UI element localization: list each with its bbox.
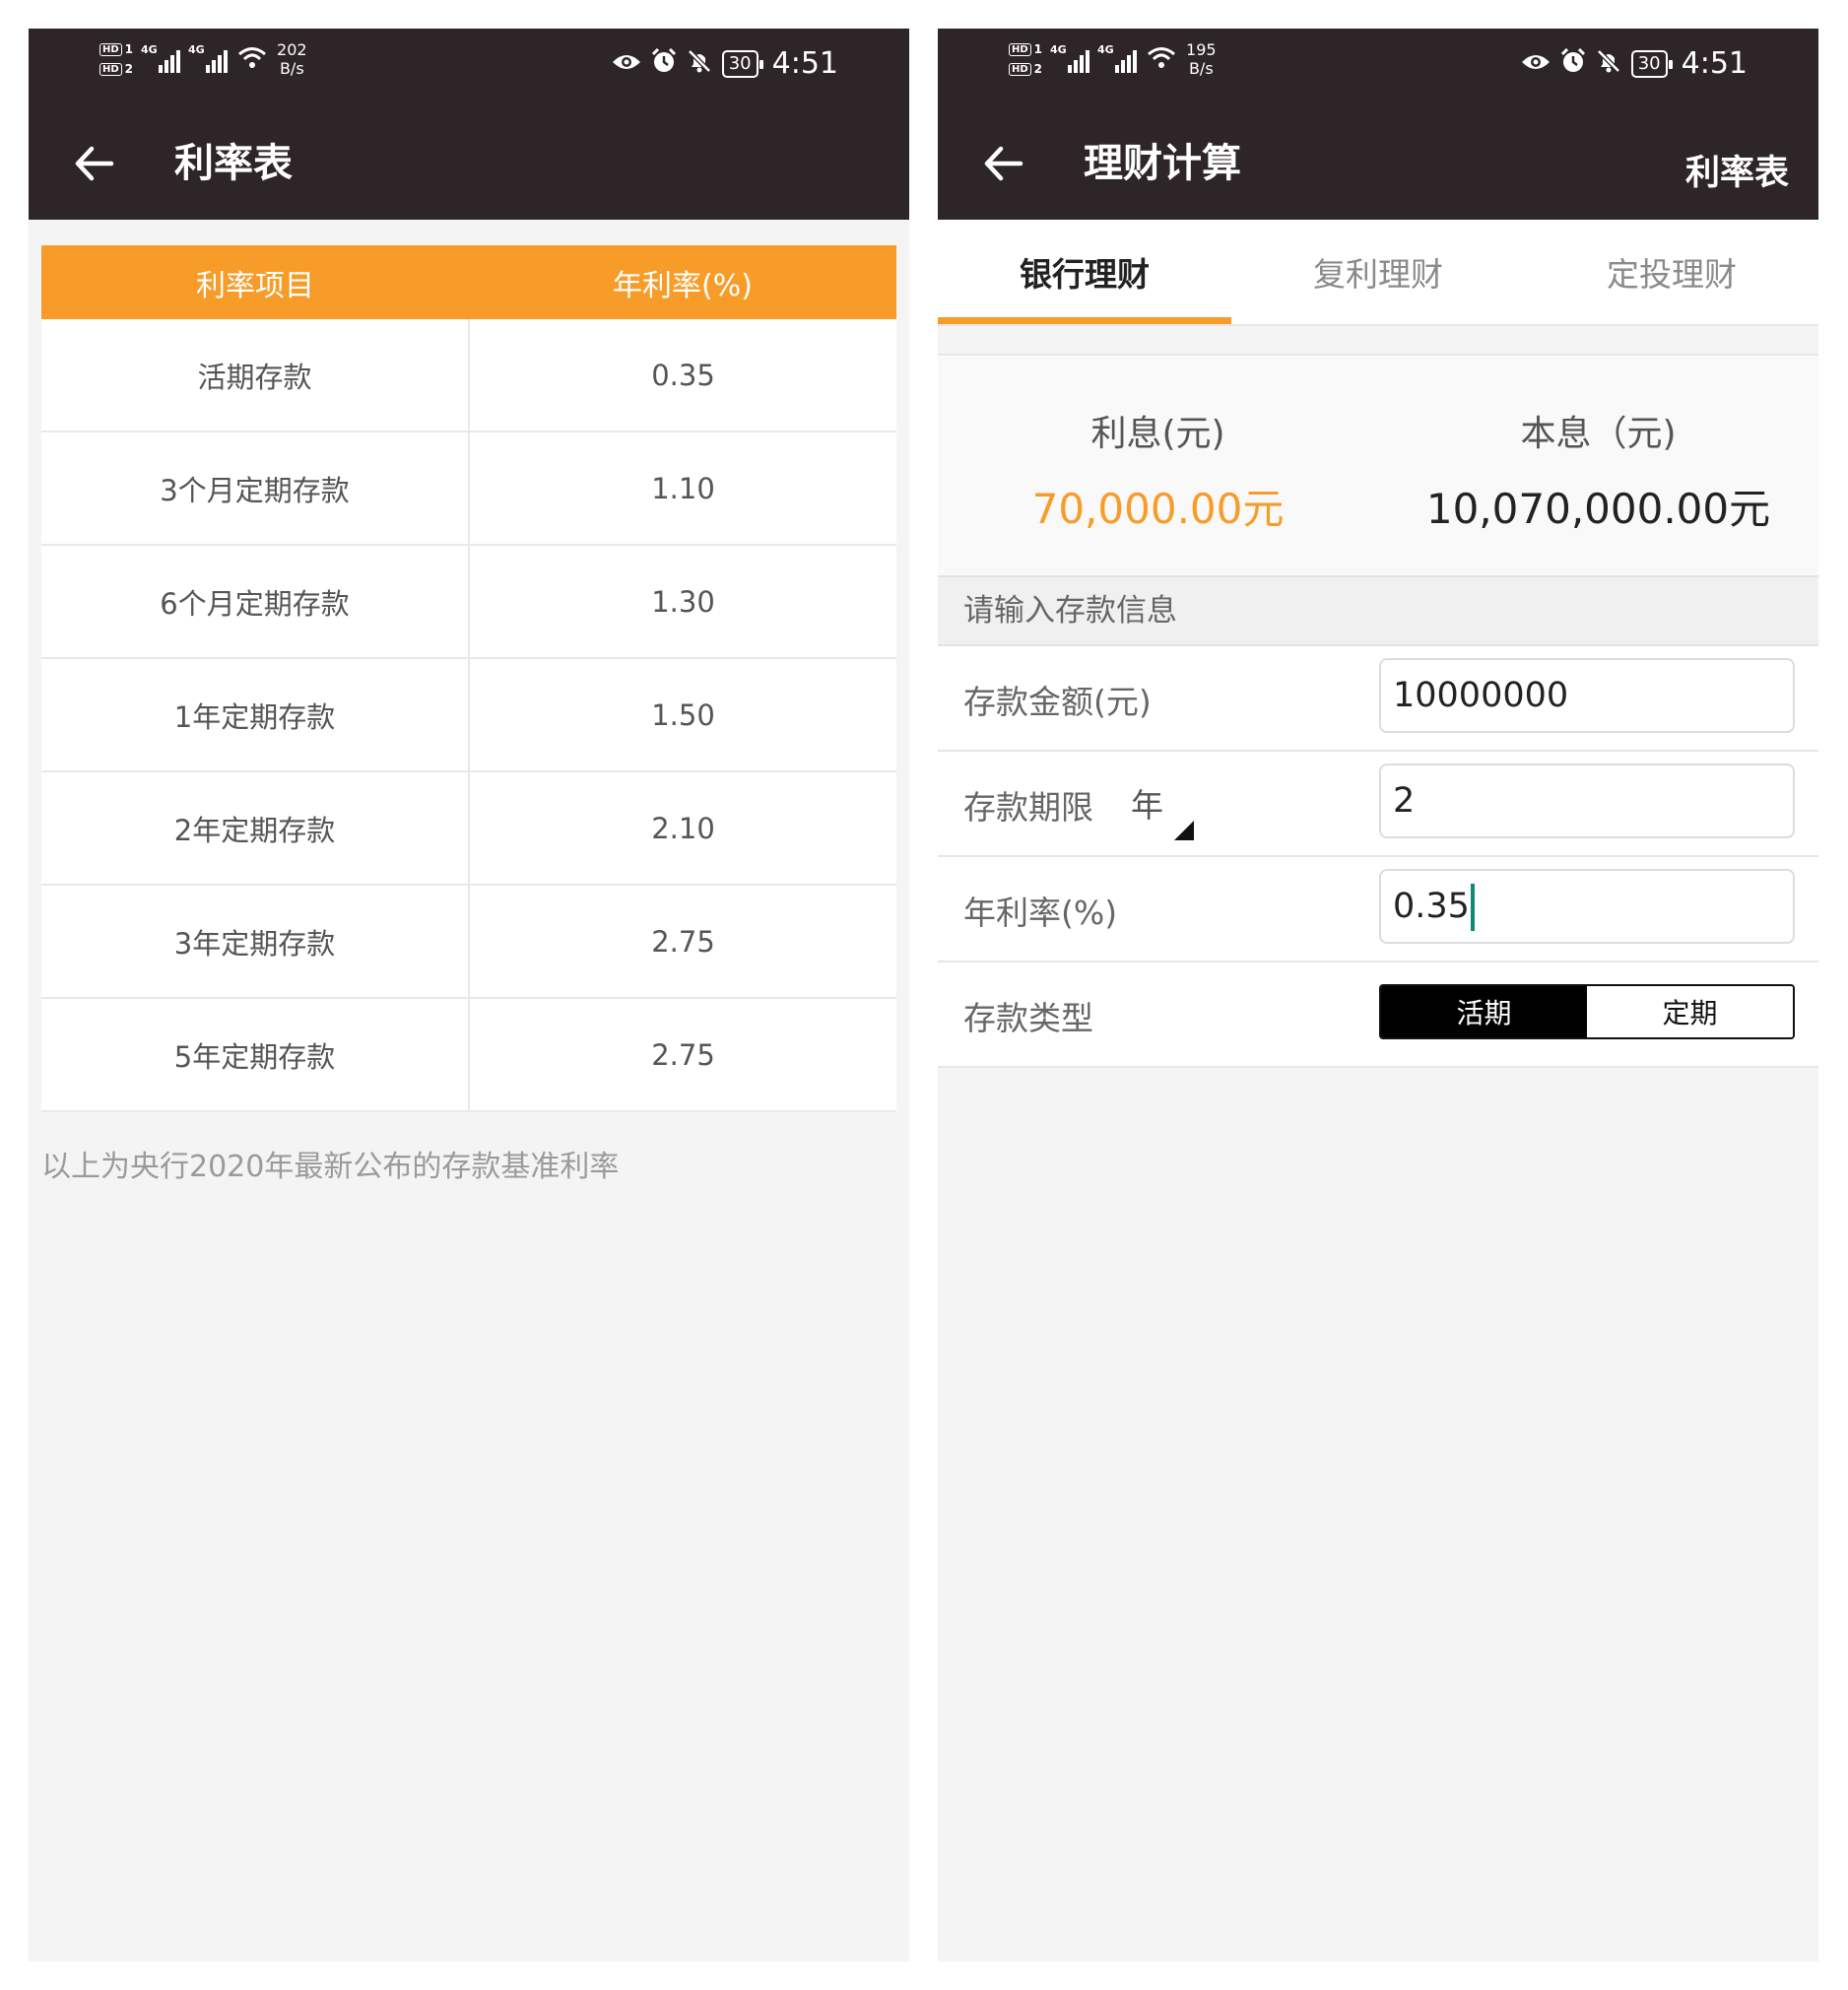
column-header-item: 利率项目: [196, 268, 314, 303]
rate-value: 1.30: [651, 584, 715, 619]
rate-value: 0.35: [651, 358, 715, 392]
sim-number: 2: [1033, 62, 1043, 76]
type-label: 存款类型: [963, 999, 1093, 1037]
results-panel: 利息(元) 70,000.00元 本息（元) 10,070,000.00元: [938, 354, 1818, 575]
tab-compound-interest[interactable]: 复利理财: [1231, 220, 1525, 324]
network-speed: 202 B/s: [277, 40, 307, 78]
rate-item: 活期存款: [41, 319, 470, 431]
signal-icon: 4G: [1050, 43, 1090, 73]
deposit-type-toggle: 活期 定期: [1379, 984, 1795, 1039]
table-header: 利率项目 年利率(%): [41, 245, 896, 319]
hd-badge: HD: [1009, 62, 1031, 76]
deposit-form: 存款金额(元) 10000000 存款期限 年 2 年利率(%) 0.35 存款…: [938, 646, 1818, 1068]
battery-icon: 30: [1630, 49, 1673, 78]
alarm-icon: [1560, 47, 1586, 80]
tab-bar: 银行理财 复利理财 定投理财: [938, 220, 1818, 326]
total-label: 本息（元): [1520, 414, 1677, 454]
hd-badge: HD: [1009, 42, 1031, 56]
mute-bell-icon: [687, 48, 712, 80]
eye-icon: [1521, 50, 1551, 78]
battery-icon: 30: [721, 49, 763, 78]
eye-icon: [612, 50, 641, 78]
sim-number: 2: [124, 62, 134, 76]
total-result: 本息（元) 10,070,000.00元: [1378, 356, 1818, 575]
amount-input[interactable]: 10000000: [1379, 658, 1795, 733]
table-row: 活期存款 0.35: [41, 319, 896, 432]
mute-bell-icon: [1596, 48, 1621, 80]
rate-item: 3年定期存款: [41, 886, 470, 997]
rate-input-value: 0.35: [1393, 887, 1470, 926]
table-row: 3个月定期存款 1.10: [41, 432, 896, 546]
dropdown-triangle-icon[interactable]: [1174, 821, 1194, 840]
amount-row: 存款金额(元) 10000000: [938, 646, 1818, 752]
section-title: 请输入存款信息: [938, 575, 1818, 646]
rate-value: 1.10: [651, 471, 715, 505]
signal-icon: 4G: [1097, 43, 1138, 73]
term-label: 存款期限: [963, 788, 1093, 827]
interest-value: 70,000.00元: [1031, 485, 1285, 533]
rate-item: 3个月定期存款: [41, 432, 470, 544]
signal-icon: 4G: [141, 43, 181, 73]
total-value: 10,070,000.00元: [1425, 485, 1771, 533]
rate-value: 2.75: [651, 1037, 715, 1072]
sim-number: 1: [1033, 42, 1043, 56]
text-caret: [1470, 884, 1475, 931]
rate-table-screen: HD 1 HD 2 4G 4G 202 B/s 30 4:51 利率表 利率项目 年利…: [29, 29, 909, 1961]
rate-value: 2.10: [651, 811, 715, 845]
clock: 4:51: [771, 46, 838, 81]
tab-bank-finance[interactable]: 银行理财: [938, 220, 1231, 324]
alarm-icon: [651, 47, 677, 80]
table-row: 3年定期存款 2.75: [41, 886, 896, 999]
hd-badge: HD: [99, 62, 122, 76]
term-row: 存款期限 年 2: [938, 752, 1818, 857]
rate-item: 5年定期存款: [41, 999, 470, 1110]
hd-badge: HD: [99, 42, 122, 56]
rate-value: 2.75: [651, 924, 715, 959]
app-bar: 利率表: [29, 107, 909, 220]
footnote: 以上为央行2020年最新公布的存款基准利率: [41, 1150, 620, 1184]
network-speed: 195 B/s: [1186, 40, 1217, 78]
finance-calculator-screen: HD 1 HD 2 4G 4G 195 B/s 30 4:51 理财计算 利率表 银行…: [938, 29, 1818, 1961]
type-row: 存款类型 活期 定期: [938, 962, 1818, 1068]
wifi-icon: [237, 45, 267, 74]
type-fixed-option[interactable]: 定期: [1587, 986, 1793, 1037]
sim-number: 1: [124, 42, 134, 56]
rate-row: 年利率(%) 0.35: [938, 857, 1818, 962]
clock: 4:51: [1681, 46, 1748, 81]
rate-item: 6个月定期存款: [41, 546, 470, 657]
term-unit-select[interactable]: 年: [1131, 779, 1163, 827]
rate-table: 利率项目 年利率(%) 活期存款 0.35 3个月定期存款 1.10 6个月定期存款…: [41, 245, 896, 1112]
table-row: 6个月定期存款 1.30: [41, 546, 896, 659]
app-bar: 理财计算 利率表: [938, 107, 1818, 220]
signal-icon: 4G: [188, 43, 229, 73]
status-bar: HD 1 HD 2 4G 4G 202 B/s 30 4:51: [29, 29, 909, 107]
table-row: 5年定期存款 2.75: [41, 999, 896, 1112]
page-title: 理财计算: [1084, 141, 1241, 186]
rate-item: 2年定期存款: [41, 772, 470, 884]
back-arrow-icon[interactable]: [70, 139, 119, 188]
column-header-rate: 年利率(%): [613, 268, 753, 303]
tab-fixed-investment[interactable]: 定投理财: [1525, 220, 1818, 324]
status-bar: HD 1 HD 2 4G 4G 195 B/s 30 4:51: [938, 29, 1818, 107]
wifi-icon: [1147, 45, 1176, 74]
rate-label: 年利率(%): [963, 894, 1118, 932]
term-input[interactable]: 2: [1379, 763, 1795, 838]
back-arrow-icon[interactable]: [979, 139, 1028, 188]
rate-input[interactable]: 0.35: [1379, 869, 1795, 944]
rate-value: 1.50: [651, 697, 715, 732]
interest-result: 利息(元) 70,000.00元: [938, 356, 1378, 575]
table-row: 1年定期存款 1.50: [41, 659, 896, 772]
interest-label: 利息(元): [1090, 414, 1225, 454]
rate-item: 1年定期存款: [41, 659, 470, 770]
amount-label: 存款金额(元): [963, 683, 1152, 721]
table-row: 2年定期存款 2.10: [41, 772, 896, 886]
type-current-option[interactable]: 活期: [1381, 986, 1587, 1037]
page-title: 利率表: [174, 141, 293, 186]
rate-table-link[interactable]: 利率表: [1685, 145, 1789, 195]
